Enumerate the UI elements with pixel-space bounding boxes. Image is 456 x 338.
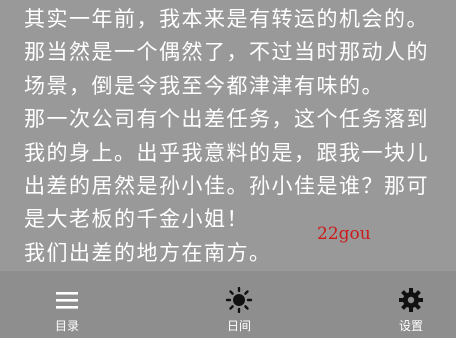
toolbar-label: 目录 [54, 319, 79, 333]
text-line: 我的身上。出乎我意料的是，跟我一块儿 [24, 141, 429, 165]
text-line: 那一次公司有个出差任务，这个任务落到 [24, 107, 429, 131]
sun-icon [225, 287, 253, 313]
reader-content[interactable]: 其实一年前，我本来是有转运的机会的。 那当然是一个偶然了，不过当时那动人的 场景… [0, 0, 456, 270]
bottom-toolbar: 目录 日间 设置 [0, 270, 456, 338]
day-mode-button[interactable]: 日间 [204, 287, 274, 334]
gear-icon [399, 288, 423, 312]
toolbar-label: 日间 [226, 319, 251, 333]
toolbar-label: 设置 [398, 319, 423, 333]
text-line: 我们出差的地方在南方。 [24, 241, 272, 265]
menu-icon [56, 292, 78, 309]
table-of-contents-button[interactable]: 目录 [32, 287, 102, 334]
text-line: 场景，倒是令我至今都津津有味的。 [24, 74, 384, 98]
text-line: 那当然是一个偶然了，不过当时那动人的 [24, 40, 429, 64]
text-line: 是大老板的千金小姐！ [24, 207, 249, 231]
text-line: 出差的居然是孙小佳。孙小佳是谁？那可 [24, 174, 429, 198]
text-line: 其实一年前，我本来是有转运的机会的。 [24, 7, 429, 31]
settings-button[interactable]: 设置 [376, 287, 446, 334]
watermark-text: 22gou [317, 224, 371, 244]
